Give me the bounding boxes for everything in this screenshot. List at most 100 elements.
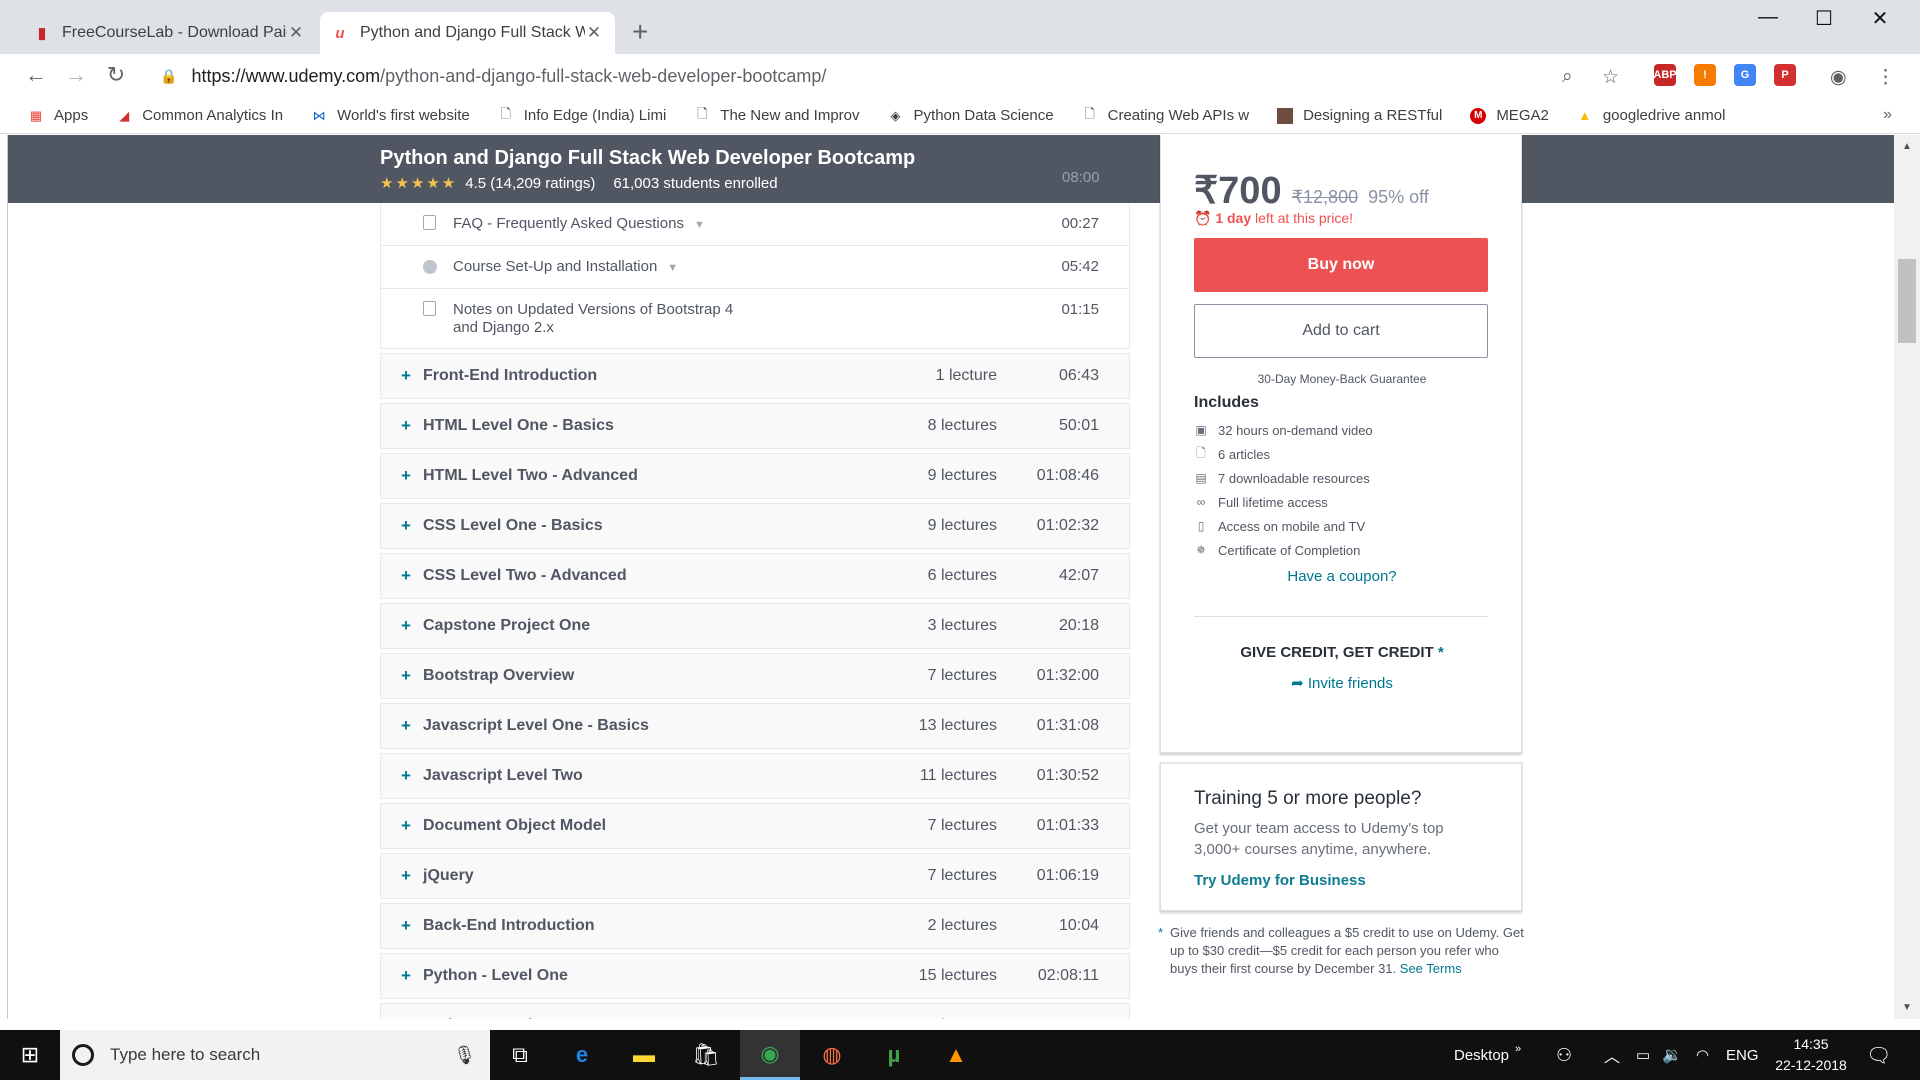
close-window-button[interactable]: ✕	[1852, 6, 1908, 31]
reload-button[interactable]: ↻	[102, 62, 130, 88]
adblock-extension-icon[interactable]: ABP	[1653, 64, 1677, 86]
vlc-icon[interactable]: ▲	[926, 1030, 986, 1080]
close-tab-icon[interactable]: ✕	[585, 23, 603, 43]
bookmark-mega2[interactable]: M MEGA2	[1470, 107, 1549, 124]
section-lecture-count: 13 lectures	[918, 717, 997, 734]
section-row[interactable]: + Javascript Level Two 11 lectures 01:30:52	[380, 753, 1130, 799]
bookmark-creating-web-apis[interactable]: 🗋 Creating Web APIs w	[1082, 106, 1249, 125]
expand-plus-icon[interactable]: +	[401, 566, 411, 586]
section-row[interactable]: + Capstone Project One 3 lectures 20:18	[380, 603, 1130, 649]
profile-avatar-icon[interactable]: ◉	[1830, 66, 1847, 89]
chrome-menu-icon[interactable]: ⋮	[1876, 66, 1895, 89]
bookmark-info-edge[interactable]: 🗋 Info Edge (India) Limi	[498, 106, 666, 125]
bookmark-apps[interactable]: ▦ Apps	[28, 107, 88, 124]
section-row[interactable]: + Bootstrap Overview 7 lectures 01:32:00	[380, 653, 1130, 699]
battery-icon[interactable]: ▭	[1636, 1030, 1650, 1080]
section-row[interactable]: + Python - Level One 15 lectures 02:08:11	[380, 953, 1130, 999]
lecture-row[interactable]: FAQ - Frequently Asked Questions ▼ 00:27	[380, 203, 1130, 246]
expand-plus-icon[interactable]: +	[401, 716, 411, 736]
show-hidden-icons[interactable]: ︿	[1604, 1030, 1620, 1080]
purchase-card: ₹700 ₹12,800 95% off ⏰ 1 day left at thi…	[1160, 135, 1522, 753]
volume-icon[interactable]: 🔉	[1662, 1030, 1682, 1080]
action-center-icon[interactable]: 🗨	[1866, 1030, 1891, 1080]
back-button[interactable]: ←	[22, 62, 50, 88]
bookmarks-overflow-icon[interactable]: »	[1883, 106, 1892, 124]
section-row[interactable]: + Document Object Model 7 lectures 01:01:33	[380, 803, 1130, 849]
section-row[interactable]: + CSS Level Two - Advanced 6 lectures 42:07	[380, 553, 1130, 599]
section-duration: 01:02:32	[1036, 517, 1099, 534]
close-tab-icon[interactable]: ✕	[287, 23, 305, 43]
section-title: Bootstrap Overview	[423, 667, 575, 684]
scroll-up-icon[interactable]: ▲	[1894, 141, 1920, 152]
page-scrollbar[interactable]: ▲ ▼	[1894, 135, 1920, 1019]
file-explorer-icon[interactable]: ▬	[614, 1030, 674, 1080]
section-row[interactable]: + jQuery 7 lectures 01:06:19	[380, 853, 1130, 899]
lecture-row[interactable]: Notes on Updated Versions of Bootstrap 4…	[380, 289, 1130, 349]
pocket-extension-icon[interactable]: P	[1774, 64, 1796, 86]
add-to-cart-button[interactable]: Add to cart	[1194, 304, 1488, 358]
bookmark-python-data-science[interactable]: ◈ Python Data Science	[888, 107, 1054, 124]
section-row[interactable]: + HTML Level Two - Advanced 9 lectures 01:0…	[380, 453, 1130, 499]
expand-plus-icon[interactable]: +	[401, 866, 411, 886]
section-row[interactable]: + Back-End Introduction 2 lectures 10:04	[380, 903, 1130, 949]
expand-plus-icon[interactable]: +	[401, 816, 411, 836]
edge-browser-icon[interactable]: e	[552, 1030, 612, 1080]
taskbar-search-box[interactable]: Type here to search 🎙	[60, 1030, 490, 1080]
tab-udemy-course[interactable]: u Python and Django Full Stack We ✕	[320, 12, 615, 54]
expand-plus-icon[interactable]: +	[401, 416, 411, 436]
expand-plus-icon[interactable]: +	[401, 366, 411, 386]
forward-button[interactable]: →	[62, 62, 90, 88]
bookmark-common-analytics[interactable]: ◢ Common Analytics In	[116, 107, 283, 124]
tab-freecourselab[interactable]: ▮ FreeCourseLab - Download Paid ✕	[22, 12, 317, 54]
invite-friends-link[interactable]: ➦ Invite friends	[1161, 674, 1523, 692]
section-row[interactable]: + Javascript Level One - Basics 13 lecture…	[380, 703, 1130, 749]
expand-plus-icon[interactable]: +	[401, 966, 411, 986]
section-row[interactable]: + CSS Level One - Basics 9 lectures 01:02:3…	[380, 503, 1130, 549]
expand-plus-icon[interactable]: +	[401, 466, 411, 486]
buy-now-button[interactable]: Buy now	[1194, 238, 1488, 292]
expand-plus-icon[interactable]: +	[401, 516, 411, 536]
address-bar[interactable]: 🔒 https://www.udemy.com/python-and-djang…	[146, 58, 1620, 94]
maximize-button[interactable]: ☐	[1796, 6, 1852, 31]
people-icon[interactable]: ⚇	[1556, 1030, 1572, 1080]
section-row[interactable]: + Front-End Introduction 1 lecture 06:43	[380, 353, 1130, 399]
bookmark-googledrive[interactable]: ▲ googledrive anmol	[1577, 107, 1725, 124]
bookmark-designing-restful[interactable]: ■ Designing a RESTful	[1277, 107, 1442, 124]
coupon-link[interactable]: Have a coupon?	[1161, 568, 1523, 585]
see-terms-link[interactable]: See Terms	[1400, 961, 1462, 976]
microphone-icon[interactable]: 🎙	[453, 1045, 476, 1066]
bookmark-new-and-improved[interactable]: 🗋 The New and Improv	[694, 106, 859, 125]
expand-plus-icon[interactable]: +	[401, 1016, 411, 1019]
expand-plus-icon[interactable]: +	[401, 616, 411, 636]
expand-plus-icon[interactable]: +	[401, 666, 411, 686]
windows-start-icon[interactable]: ⊞	[0, 1030, 60, 1080]
store-icon[interactable]: 🛍	[676, 1030, 736, 1080]
udemy-business-link[interactable]: Try Udemy for Business	[1194, 872, 1366, 889]
chrome-icon[interactable]: ◉	[740, 1030, 800, 1080]
language-indicator[interactable]: ENG	[1726, 1030, 1759, 1080]
lecture-row[interactable]: Course Set-Up and Installation ▼ 05:42	[380, 246, 1130, 289]
scroll-down-icon[interactable]: ▼	[1894, 1002, 1920, 1013]
new-tab-button[interactable]: +	[632, 18, 648, 46]
bookmark-worlds-first-website[interactable]: ⋈ World's first website	[311, 107, 470, 124]
expand-plus-icon[interactable]: +	[401, 916, 411, 936]
task-view-icon[interactable]: ⧉	[490, 1030, 550, 1080]
lecture-duration: 05:42	[1061, 258, 1099, 275]
utorrent-icon[interactable]: µ	[864, 1030, 924, 1080]
zoom-search-icon[interactable]: ⌕	[1562, 66, 1573, 88]
chevron-down-icon[interactable]: ▼	[667, 262, 678, 274]
bookmark-star-icon[interactable]: ☆	[1602, 66, 1619, 89]
alert-extension-icon[interactable]: !	[1694, 64, 1716, 86]
section-row[interactable]: + Python - Level Two 12 lectures 02:18:02	[380, 1003, 1130, 1019]
firefox-icon[interactable]: ◍	[802, 1030, 862, 1080]
wifi-icon[interactable]: ◠	[1696, 1030, 1709, 1080]
minimize-button[interactable]: —	[1740, 6, 1796, 29]
chevron-down-icon[interactable]: ▼	[694, 219, 705, 231]
desktop-toolbar[interactable]: Desktop»	[1454, 1030, 1521, 1080]
rating-stars-icon: ★★★★★	[380, 175, 458, 192]
expand-plus-icon[interactable]: +	[401, 766, 411, 786]
translate-extension-icon[interactable]: G	[1734, 64, 1756, 86]
scrollbar-thumb[interactable]	[1898, 259, 1916, 343]
system-clock[interactable]: 14:35 22-12-2018	[1766, 1034, 1856, 1076]
section-row[interactable]: + HTML Level One - Basics 8 lectures 50:01	[380, 403, 1130, 449]
